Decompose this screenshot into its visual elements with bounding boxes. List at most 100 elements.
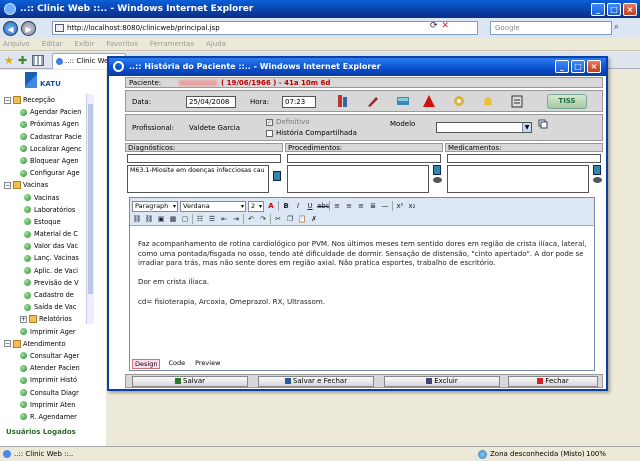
align-right-icon[interactable]: ≡ [356, 201, 366, 211]
popup-close-button[interactable]: × [587, 60, 601, 73]
menu-editar[interactable]: Editar [42, 40, 63, 48]
delete-medicamento-icon[interactable] [593, 165, 601, 175]
align-left-icon[interactable]: ≡ [332, 201, 342, 211]
back-icon[interactable]: ◀ [3, 20, 18, 36]
box-icon[interactable]: ▢ [180, 214, 190, 224]
maximize-button[interactable]: □ [607, 2, 621, 16]
menu-ferramentas[interactable]: Ferramentas [150, 40, 194, 48]
unlink-icon[interactable]: ⛓ [144, 214, 154, 224]
outdent-icon[interactable]: ⇤ [219, 214, 229, 224]
indent-icon[interactable]: ⇥ [231, 214, 241, 224]
redo-icon[interactable]: ↷ [258, 214, 268, 224]
bell-icon[interactable] [481, 94, 495, 108]
diagnosticos-input[interactable] [127, 154, 281, 163]
procedimentos-input[interactable] [287, 154, 441, 163]
pen-icon[interactable] [366, 94, 380, 108]
paste-icon[interactable]: 📋 [297, 214, 307, 224]
lab-flask-icon[interactable] [336, 94, 350, 108]
scroll-thumb[interactable] [88, 104, 93, 294]
underline-icon[interactable]: U [305, 201, 315, 211]
tree-item[interactable]: Imprimir Aten [4, 399, 104, 411]
search-icon[interactable]: ⌕ [614, 22, 619, 32]
procedimentos-list[interactable] [287, 165, 429, 193]
copy-icon[interactable] [538, 119, 548, 129]
tree-item[interactable]: Consulta Diagr [4, 387, 104, 399]
tab-code[interactable]: Code [166, 359, 187, 369]
bold-icon[interactable]: B [281, 201, 291, 211]
menu-exibir[interactable]: Exibir [75, 40, 95, 48]
close-button[interactable]: × [623, 2, 637, 16]
horizontal-rule-icon[interactable]: — [380, 201, 390, 211]
justify-icon[interactable]: ≣ [368, 201, 378, 211]
add-favorites-icon[interactable]: ✚ [18, 54, 27, 67]
editor-content[interactable]: Faz acompanhamento de rotina cardiológic… [138, 239, 588, 316]
strikethrough-icon[interactable]: abc [317, 201, 330, 211]
subscript-icon[interactable]: x₂ [407, 201, 417, 211]
forward-icon[interactable]: ▶ [21, 20, 36, 36]
tree-item[interactable]: − Atendimento [4, 338, 104, 350]
tab-preview[interactable]: Preview [193, 359, 222, 369]
tree-scrollbar[interactable] [86, 94, 94, 324]
font-select[interactable]: Verdana [180, 200, 246, 212]
cut-icon[interactable]: ✂ [273, 214, 283, 224]
medicamentos-input[interactable] [447, 154, 601, 163]
search-input[interactable]: Google [490, 21, 612, 35]
quick-tabs-icon[interactable] [32, 55, 44, 66]
time-field[interactable]: 07:23 [282, 96, 316, 108]
undo-icon[interactable]: ↶ [246, 214, 256, 224]
link-icon[interactable]: ⛓ [132, 214, 142, 224]
delete-diagnostico-icon[interactable] [273, 171, 281, 181]
image-icon[interactable]: ▣ [156, 214, 166, 224]
medicamentos-list[interactable] [447, 165, 589, 193]
diagnosticos-list[interactable]: M63.1-Miosite em doenças infecciosas cau [127, 165, 269, 193]
date-field[interactable]: 25/04/2008 [186, 96, 236, 108]
users-logged-link[interactable]: Usuários Logados [6, 428, 76, 436]
bullet-list-icon[interactable]: ☰ [207, 214, 217, 224]
tools-icon[interactable] [452, 94, 466, 108]
tree-item[interactable]: Atender Pacien [4, 362, 104, 374]
close-form-button[interactable]: Fechar [508, 376, 598, 387]
table-icon[interactable]: ▦ [168, 214, 178, 224]
superscript-icon[interactable]: x² [395, 201, 405, 211]
edit-procedimento-icon[interactable] [433, 177, 442, 183]
address-bar[interactable]: http://localhost:8080/clinicweb/principa… [52, 21, 478, 35]
menu-arquivo[interactable]: Arquivo [3, 40, 30, 48]
clipboard-icon[interactable] [510, 94, 524, 108]
definitivo-checkbox[interactable]: ✓ [266, 119, 273, 126]
list-item[interactable]: M63.1-Miosite em doenças infecciosas cau [130, 167, 265, 174]
font-color-icon[interactable]: A [266, 201, 276, 211]
menu-favoritos[interactable]: Favoritos [106, 40, 138, 48]
popup-minimize-button[interactable]: _ [555, 60, 569, 73]
refresh-icon[interactable]: ⟳ [430, 21, 438, 31]
stop-icon[interactable]: ✕ [442, 21, 450, 31]
italic-icon[interactable]: I [293, 201, 303, 211]
tree-item[interactable]: R. Agendamer [4, 411, 104, 423]
delete-procedimento-icon[interactable] [433, 165, 441, 175]
expand-collapse-icon[interactable]: − [4, 340, 11, 348]
expand-collapse-icon[interactable]: − [4, 181, 11, 189]
tree-item[interactable]: Imprimir Ager [4, 326, 104, 338]
delete-button[interactable]: Excluir [384, 376, 500, 387]
remove-format-icon[interactable]: ✗ [309, 214, 319, 224]
compartilhada-checkbox[interactable] [266, 130, 273, 137]
modelo-select[interactable]: ▼ [436, 122, 532, 133]
book-icon[interactable] [396, 94, 410, 108]
align-center-icon[interactable]: ≡ [344, 201, 354, 211]
save-and-close-button[interactable]: Salvar e Fechar [258, 376, 374, 387]
size-select[interactable]: 2 [248, 200, 264, 212]
popup-maximize-button[interactable]: □ [571, 60, 585, 73]
expand-collapse-icon[interactable]: + [20, 315, 27, 323]
menu-ajuda[interactable]: Ajuda [206, 40, 226, 48]
tiss-button[interactable]: TISS [547, 94, 587, 109]
alert-triangle-icon[interactable] [422, 94, 436, 108]
favorites-star-icon[interactable]: ★ [4, 54, 14, 67]
copy-icon[interactable]: ❐ [285, 214, 295, 224]
tree-item[interactable]: Imprimir Histó [4, 374, 104, 386]
save-button[interactable]: Salvar [132, 376, 248, 387]
tab-design[interactable]: Design [132, 359, 161, 369]
format-select[interactable]: Paragraph [132, 200, 178, 212]
zoom-level[interactable]: 100% [586, 447, 606, 461]
edit-medicamento-icon[interactable] [593, 177, 602, 183]
minimize-button[interactable]: _ [591, 2, 605, 16]
tree-item[interactable]: Consultar Ager [4, 350, 104, 362]
